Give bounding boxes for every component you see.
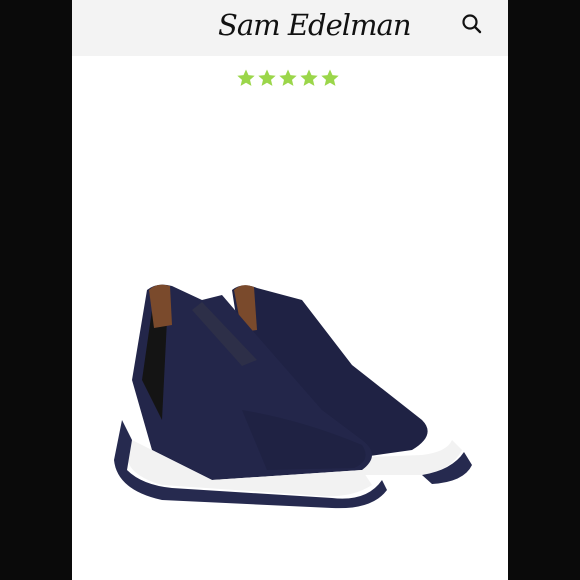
- star-rating[interactable]: [236, 68, 340, 94]
- star-icon: [257, 68, 277, 94]
- left-letterbox: [0, 0, 72, 580]
- brand-logo[interactable]: Sam Edelman: [218, 2, 412, 48]
- star-icon: [236, 68, 256, 94]
- star-icon: [320, 68, 340, 94]
- star-icon: [278, 68, 298, 94]
- sneaker-image: [114, 284, 472, 509]
- product-page: Sam Edelman: [72, 0, 508, 580]
- site-header: Sam Edelman: [72, 0, 508, 56]
- search-button[interactable]: [460, 12, 484, 36]
- search-icon: [462, 14, 482, 34]
- star-icon: [299, 68, 319, 94]
- right-letterbox: [508, 0, 580, 580]
